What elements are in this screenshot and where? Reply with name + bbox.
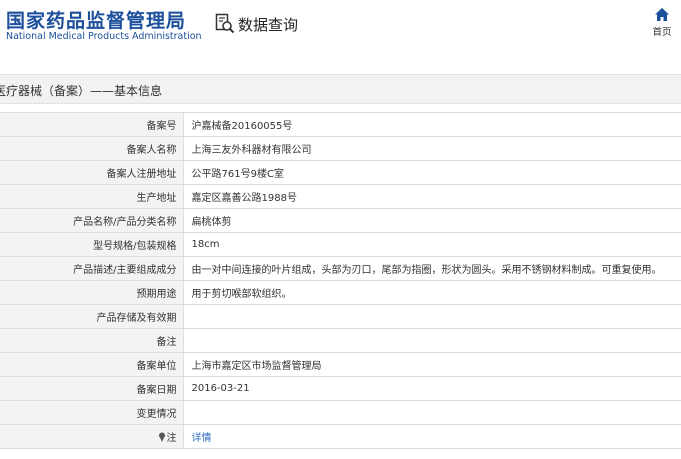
row-label: 产品存储及有效期 — [0, 304, 184, 329]
row-label: 预期用途 — [0, 280, 184, 305]
row-value — [183, 328, 681, 353]
table-row: 变更情况 — [0, 400, 681, 425]
section-title-bar: 医疗器械（备案）——基本信息 — [0, 74, 681, 104]
row-label: 备案人注册地址 — [0, 160, 184, 185]
table-row: 生产地址 嘉定区嘉善公路1988号 — [0, 184, 681, 209]
row-value — [183, 304, 681, 329]
table-row: 型号规格/包装规格 18cm — [0, 232, 681, 257]
logo-chinese[interactable]: 国家药品监督管理局 — [6, 6, 186, 33]
table-row: 产品名称/产品分类名称 扁桃体剪 — [0, 208, 681, 233]
table-row: 备案人名称 上海三友外科器材有限公司 — [0, 136, 681, 161]
row-label: 备注 — [0, 328, 184, 353]
table-row-note: 注 详情 — [0, 424, 681, 449]
home-link[interactable]: 首页 — [648, 8, 676, 38]
magnifier-document-icon — [215, 13, 235, 34]
site-header: 国家药品监督管理局 National Medical Products Admi… — [0, 0, 681, 54]
info-table: 备案号 沪嘉械备20160055号 备案人名称 上海三友外科器材有限公司 备案人注册地址… — [0, 112, 681, 449]
row-label: 变更情况 — [0, 400, 184, 425]
home-icon — [655, 8, 669, 21]
row-value: 扁桃体剪 — [183, 208, 681, 233]
row-value: 由一对中间连接的叶片组成，头部为刃口，尾部为指圈，形状为圆头。采用不锈钢材料制成… — [183, 256, 681, 281]
row-value: 公平路761号9楼C室 — [183, 160, 681, 185]
row-label: 备案日期 — [0, 376, 184, 401]
table-row: 预期用途 用于剪切喉部软组织。 — [0, 280, 681, 305]
pin-icon — [158, 432, 165, 442]
row-value: 用于剪切喉部软组织。 — [183, 280, 681, 305]
row-label: 产品名称/产品分类名称 — [0, 208, 184, 233]
data-query-label: 数据查询 — [238, 15, 299, 34]
table-row: 备案人注册地址 公平路761号9楼C室 — [0, 160, 681, 185]
row-value: 18cm — [183, 232, 681, 257]
row-value: 上海三友外科器材有限公司 — [183, 136, 681, 161]
row-label: 生产地址 — [0, 184, 184, 209]
table-row: 备注 — [0, 328, 681, 353]
row-label: 备案单位 — [0, 352, 184, 377]
row-label: 型号规格/包装规格 — [0, 232, 184, 257]
row-value: 详情 — [183, 424, 681, 449]
row-label: 备案人名称 — [0, 136, 184, 161]
row-label: 产品描述/主要组成成分 — [0, 256, 184, 281]
row-label: 备案号 — [0, 112, 184, 137]
logo-english[interactable]: National Medical Products Administration — [6, 31, 202, 42]
row-value: 沪嘉械备20160055号 — [183, 112, 681, 137]
row-value: 上海市嘉定区市场监督管理局 — [183, 352, 681, 377]
table-row: 备案日期 2016-03-21 — [0, 376, 681, 401]
row-value — [183, 400, 681, 425]
table-row: 产品存储及有效期 — [0, 304, 681, 329]
row-label: 注 — [0, 424, 184, 449]
note-label: 注 — [166, 433, 177, 444]
section-title: 医疗器械（备案）——基本信息 — [0, 84, 163, 98]
details-link[interactable]: 详情 — [192, 433, 212, 444]
home-label: 首页 — [652, 27, 672, 38]
table-row: 产品描述/主要组成成分 由一对中间连接的叶片组成，头部为刃口，尾部为指圈，形状为圆… — [0, 256, 681, 281]
table-row: 备案号 沪嘉械备20160055号 — [0, 112, 681, 137]
table-row: 备案单位 上海市嘉定区市场监督管理局 — [0, 352, 681, 377]
data-query-link[interactable]: 数据查询 — [215, 12, 298, 36]
row-value: 2016-03-21 — [183, 376, 681, 401]
row-value: 嘉定区嘉善公路1988号 — [183, 184, 681, 209]
